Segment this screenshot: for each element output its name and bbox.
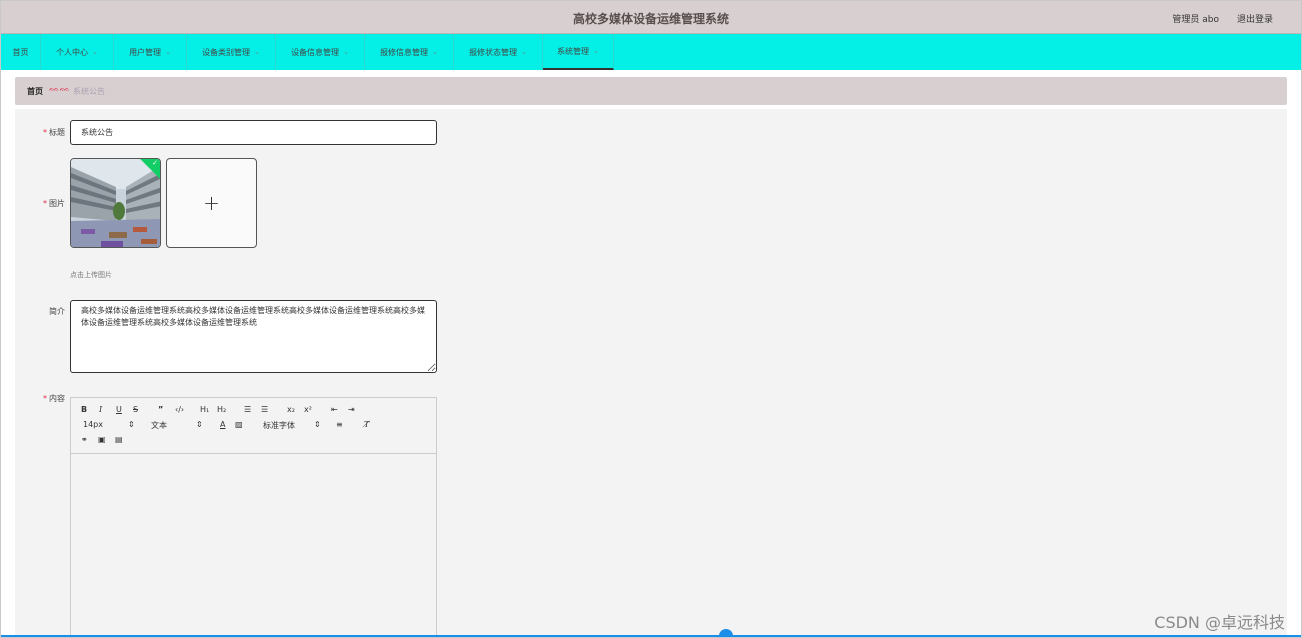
- nav-item-personal-center[interactable]: 个人中心 ⌄: [41, 34, 114, 70]
- chevron-down-icon: ⌄: [593, 47, 599, 55]
- nav-item-label: 用户管理: [129, 47, 162, 57]
- subscript-icon[interactable]: x₂: [287, 405, 295, 414]
- chevron-down-icon: ⌄: [165, 48, 171, 56]
- breadcrumb: 首页 ᨐᨐ 系统公告: [15, 77, 1287, 105]
- italic-icon[interactable]: I: [99, 405, 102, 414]
- breadcrumb-current: 系统公告: [73, 87, 105, 96]
- app-title: 高校多媒体设备运维管理系统: [572, 12, 729, 26]
- required-mark: *: [43, 199, 47, 208]
- upload-image-button[interactable]: +: [166, 158, 257, 248]
- background-color-icon[interactable]: ▨: [235, 420, 243, 429]
- logout-link[interactable]: 退出登录: [1237, 12, 1273, 25]
- form-panel: * 标题 系统公告 * 图片 ✓ + 点击上传图片 简介 高校多媒体设备运维管理…: [15, 109, 1287, 637]
- title-label: * 标题: [43, 128, 65, 137]
- align-icon[interactable]: ≡: [336, 420, 343, 429]
- editor-toolbar: B I U S ” ‹/› H₁ H₂ ☰ ☰ x₂ x² ⇤ ⇥ 14px ⇕…: [71, 398, 436, 454]
- csdn-watermark: CSDN @卓远科技: [1154, 613, 1285, 632]
- top-nav: 首页 个人中心 ⌄ 用户管理 ⌄ 设备类别管理 ⌄ 设备信息管理 ⌄ 报修信息管…: [1, 34, 1301, 70]
- chevron-updown-icon: ⇕: [128, 420, 135, 429]
- superscript-icon[interactable]: x²: [304, 405, 312, 414]
- clear-format-icon[interactable]: T̸: [364, 420, 369, 429]
- chevron-down-icon: ⌄: [254, 48, 260, 56]
- font-size-select[interactable]: 14px: [83, 420, 103, 429]
- nav-item-repair-status[interactable]: 报修状态管理 ⌄: [454, 34, 543, 70]
- font-family-select[interactable]: 标准字体: [263, 420, 295, 431]
- blockquote-icon[interactable]: ”: [158, 405, 163, 414]
- intro-label: 简介: [49, 307, 65, 316]
- nav-item-label: 设备信息管理: [291, 47, 340, 57]
- uploaded-image-thumbnail[interactable]: ✓: [70, 158, 161, 248]
- intro-textarea[interactable]: 高校多媒体设备运维管理系统高校多媒体设备运维管理系统高校多媒体设备运维管理系统高…: [70, 300, 437, 373]
- required-mark: *: [43, 394, 47, 403]
- editor-content-area[interactable]: [71, 454, 436, 637]
- heading1-icon[interactable]: H₁: [200, 405, 209, 414]
- title-input-value: 系统公告: [81, 128, 113, 137]
- content-label: * 内容: [43, 394, 65, 403]
- underline-icon[interactable]: U: [116, 405, 122, 414]
- required-mark: *: [43, 128, 47, 137]
- current-user: 管理员 abo: [1172, 15, 1219, 25]
- plus-icon: +: [203, 191, 220, 215]
- top-header: 高校多媒体设备运维管理系统 管理员 abo 退出登录: [1, 1, 1301, 34]
- bold-icon[interactable]: B: [81, 405, 87, 414]
- nav-item-device-info[interactable]: 设备信息管理 ⌄: [276, 34, 365, 70]
- image-icon[interactable]: ▣: [98, 435, 106, 444]
- chevron-updown-icon: ⇕: [314, 420, 321, 429]
- indent-increase-icon[interactable]: ⇥: [348, 405, 355, 414]
- nav-item-system-management[interactable]: 系统管理 ⌄: [543, 34, 614, 70]
- nav-item-repair-info[interactable]: 报修信息管理 ⌄: [365, 34, 454, 70]
- nav-item-device-category[interactable]: 设备类别管理 ⌄: [187, 34, 276, 70]
- heading2-icon[interactable]: H₂: [217, 405, 226, 414]
- breadcrumb-home[interactable]: 首页: [27, 86, 43, 97]
- nav-item-label: 个人中心: [56, 47, 89, 57]
- font-color-icon[interactable]: A: [220, 420, 225, 429]
- scroll-handle[interactable]: [719, 629, 733, 637]
- nav-item-label: 设备类别管理: [202, 47, 251, 57]
- nav-item-label: 报修信息管理: [380, 47, 429, 57]
- rich-text-editor: B I U S ” ‹/› H₁ H₂ ☰ ☰ x₂ x² ⇤ ⇥ 14px ⇕…: [70, 397, 437, 637]
- breadcrumb-separator-icon: ᨐᨐ: [49, 84, 71, 94]
- bullet-list-icon[interactable]: ☰: [261, 405, 268, 414]
- campus-building-image: [71, 159, 160, 247]
- chevron-updown-icon: ⇕: [196, 420, 203, 429]
- nav-item-home[interactable]: 首页: [1, 34, 41, 70]
- nav-item-label: 报修状态管理: [469, 47, 518, 57]
- link-icon[interactable]: ⚭: [81, 435, 88, 444]
- ordered-list-icon[interactable]: ☰: [244, 405, 251, 414]
- title-input[interactable]: 系统公告: [70, 120, 437, 145]
- chevron-down-icon: ⌄: [432, 48, 438, 56]
- nav-item-label: 首页: [12, 47, 29, 57]
- check-icon: ✓: [152, 159, 158, 167]
- image-label: * 图片: [43, 199, 65, 208]
- indent-decrease-icon[interactable]: ⇤: [331, 405, 338, 414]
- block-type-select[interactable]: 文本: [151, 420, 167, 431]
- code-block-icon[interactable]: ‹/›: [175, 405, 184, 414]
- video-icon[interactable]: ▤: [115, 435, 123, 444]
- nav-item-label: 系统管理: [557, 46, 590, 56]
- strikethrough-icon[interactable]: S: [133, 405, 138, 414]
- chevron-down-icon: ⌄: [343, 48, 349, 56]
- chevron-down-icon: ⌄: [521, 48, 527, 56]
- nav-item-user-management[interactable]: 用户管理 ⌄: [114, 34, 187, 70]
- chevron-down-icon: ⌄: [92, 48, 98, 56]
- upload-tip: 点击上传图片: [70, 271, 112, 279]
- app-window: 高校多媒体设备运维管理系统 管理员 abo 退出登录 首页 个人中心 ⌄ 用户管…: [0, 0, 1302, 638]
